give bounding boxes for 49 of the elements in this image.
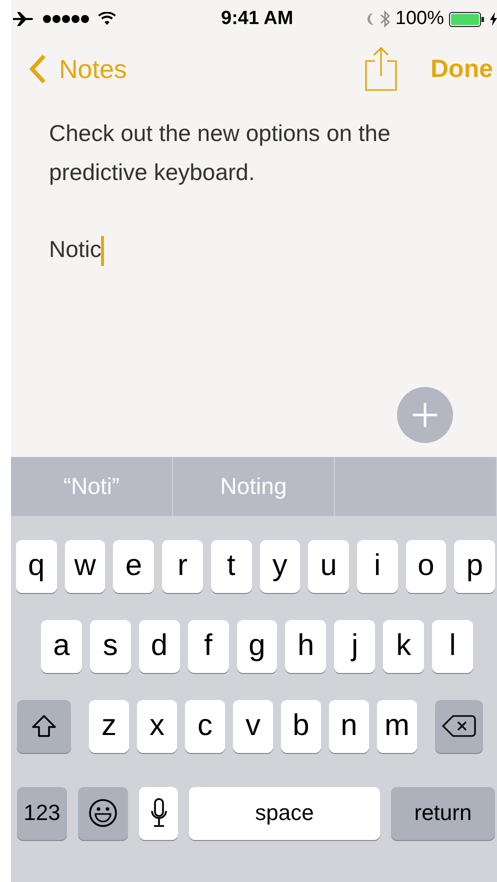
signal-icon [42,14,90,24]
chevron-left-icon [29,54,47,84]
letter-key[interactable]: u [308,540,349,592]
letter-key[interactable]: o [406,540,446,592]
letter-key[interactable]: l [432,620,474,672]
letter-key[interactable]: j [334,620,376,672]
status-time: 9:41 AM [221,8,294,30]
letter-key[interactable]: e [113,540,154,592]
space-key[interactable]: space [189,786,380,840]
letter-key[interactable]: b [281,700,321,752]
note-text: Check out the new options on the predictive keyboard. [49,119,392,187]
letter-key[interactable]: w [64,540,106,592]
battery-percent: 100% [395,8,444,30]
letter-key[interactable]: x [137,700,177,752]
letter-key[interactable]: z [89,700,129,752]
letter-key[interactable]: f [188,620,229,672]
letter-key[interactable]: y [260,540,300,592]
letter-key[interactable]: q [16,540,57,592]
bluetooth-icon [380,10,390,28]
letter-key[interactable]: g [236,620,278,672]
letter-key[interactable]: s [90,620,131,672]
letter-key[interactable]: v [233,700,273,752]
charging-icon [490,12,497,26]
letter-key[interactable]: a [41,620,82,672]
plus-icon [412,402,438,428]
wifi-icon [98,12,116,26]
note-text: Notic [49,230,477,269]
dictation-key[interactable] [139,786,178,840]
emoji-key[interactable] [78,786,128,840]
letter-key[interactable]: k [383,620,424,672]
letter-key[interactable]: d [138,620,180,672]
letter-key[interactable]: c [185,700,225,752]
letter-key[interactable]: n [329,700,369,752]
delete-key[interactable] [435,700,483,752]
letter-key[interactable]: t [210,540,252,592]
battery-icon [449,12,485,26]
numbers-key[interactable]: 123 [17,786,67,840]
microphone-icon [150,798,168,828]
shift-key[interactable] [17,700,71,752]
airplane-icon [12,11,34,27]
letter-key[interactable]: i [356,540,398,592]
return-key[interactable]: return [391,786,495,840]
letter-key[interactable]: h [285,620,326,672]
shift-arrow-icon [31,714,57,738]
letter-key[interactable]: p [454,540,496,592]
smiley-icon [88,798,118,828]
letter-key[interactable]: r [162,540,203,592]
backspace-icon [442,714,476,738]
letter-key[interactable]: m [377,700,417,752]
